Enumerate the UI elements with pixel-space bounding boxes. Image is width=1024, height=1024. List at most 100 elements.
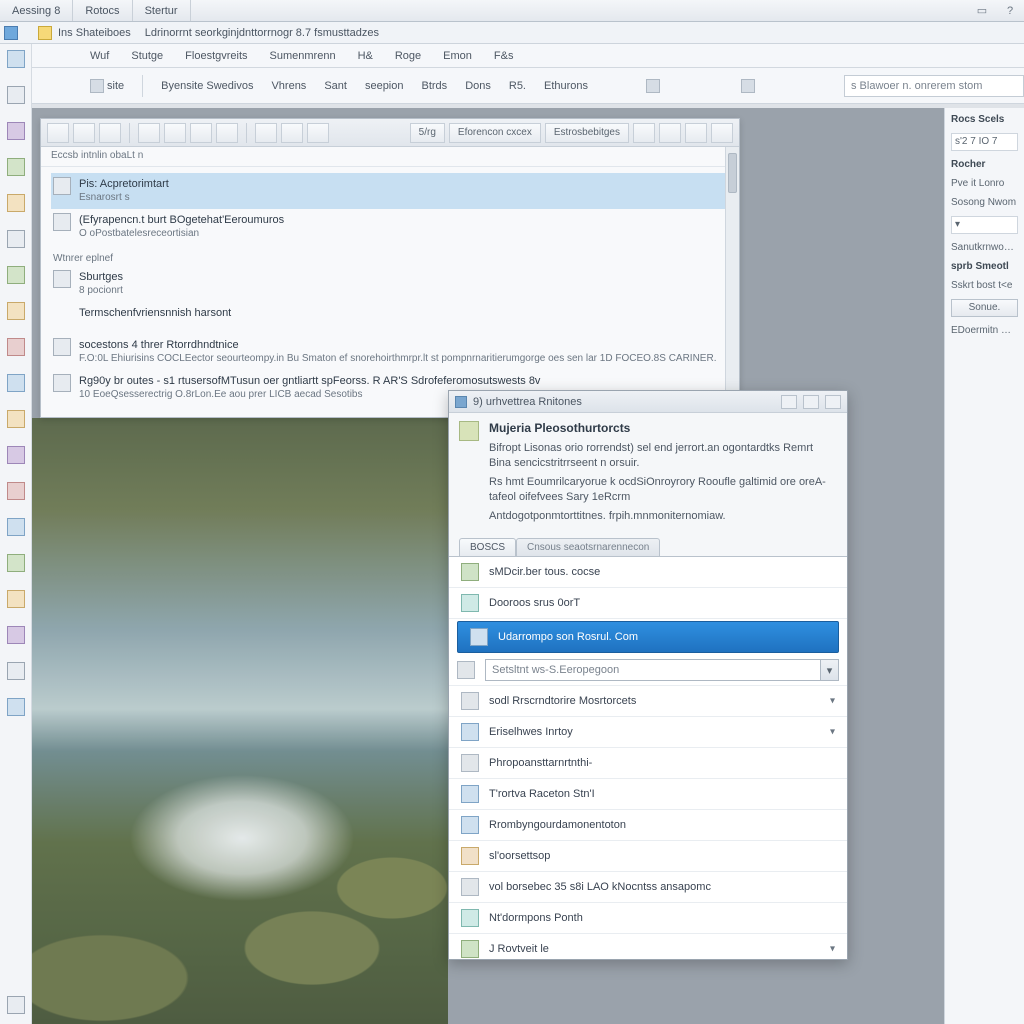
doc-scrollbar[interactable] — [725, 147, 739, 417]
ribbon-item-6[interactable]: Dons — [465, 80, 491, 92]
toolbar-segment-0[interactable]: 5/rg — [410, 123, 445, 143]
popup-titlebar[interactable]: 9) urhvettrea Rnitones — [449, 391, 847, 413]
menu-item-2[interactable]: Floestgvreits — [185, 50, 247, 62]
menu-item-1[interactable]: Stutge — [131, 50, 163, 62]
rail-icon-18[interactable] — [7, 662, 25, 680]
ribbon-item-3[interactable]: Sant — [324, 80, 347, 92]
toolbar-button[interactable] — [633, 123, 655, 143]
toolbar-segment-1[interactable]: Eforencon cxcex — [449, 123, 541, 143]
help-icon[interactable]: ? — [996, 0, 1024, 21]
rightpanel-button[interactable]: Sonue. — [951, 299, 1018, 317]
rail-icon-3[interactable] — [7, 122, 25, 140]
rail-icon-12[interactable] — [7, 446, 25, 464]
rail-icon-17[interactable] — [7, 626, 25, 644]
popup-row[interactable]: T'rortva Raceton Stn'I — [449, 779, 847, 810]
ribbon-item-4[interactable]: seepion — [365, 80, 404, 92]
popup-row[interactable]: Setsltnt ws-S.Eeropegoon ▾ — [449, 655, 847, 686]
popup-row[interactable]: J Rovtveit le▾ — [449, 934, 847, 959]
toolbar-button[interactable] — [307, 123, 329, 143]
menu-item-4[interactable]: H& — [358, 50, 373, 62]
workspace: Rocs Scels s'2 7 IO 7 Rocher Pve it Lonr… — [32, 108, 1024, 1024]
rail-icon-19[interactable] — [7, 698, 25, 716]
rail-icon-1[interactable] — [7, 50, 25, 68]
ribbon-item-1[interactable]: Byensite Swedivos — [161, 80, 253, 92]
popup-row[interactable]: Phropoansttarnrtnthi- — [449, 748, 847, 779]
popup-row[interactable]: sodl Rrscrndtorire Mosrtorcets▾ — [449, 686, 847, 717]
ribbon-item-2[interactable]: Vhrens — [271, 80, 306, 92]
search-input[interactable]: s Blawoer n. onrerem stom — [844, 75, 1024, 97]
toolbar-button[interactable] — [255, 123, 277, 143]
popup-row[interactable]: Eriselhwes Inrtoy▾ — [449, 717, 847, 748]
row-label: Dooroos srus 0orT — [489, 597, 580, 609]
popup-tab-0[interactable]: BOSCS — [459, 538, 516, 556]
titlebar-tab-0[interactable]: Aessing 8 — [0, 0, 73, 21]
rail-icon-5[interactable] — [7, 194, 25, 212]
toolbar-button[interactable] — [47, 123, 69, 143]
rail-icon-13[interactable] — [7, 482, 25, 500]
titlebar-tab-2[interactable]: Stertur — [133, 0, 191, 21]
toolbar-button[interactable] — [711, 123, 733, 143]
row-input-placeholder: Setsltnt ws-S.Eeropegoon — [492, 664, 619, 676]
rightpanel-value-1[interactable]: s'2 7 IO 7 — [951, 133, 1018, 151]
rail-icon-4[interactable] — [7, 158, 25, 176]
menu-item-7[interactable]: F&s — [494, 50, 514, 62]
popup-row[interactable]: vol borsebec 35 s8i LAO kNocntss ansapom… — [449, 872, 847, 903]
menu-item-6[interactable]: Emon — [443, 50, 472, 62]
popup-row[interactable]: sl'oorsettsop — [449, 841, 847, 872]
toolbar-button[interactable] — [99, 123, 121, 143]
popup-tabs: BOSCS Cnsous seaotsrnarennecon — [449, 534, 847, 556]
rail-icon-14[interactable] — [7, 518, 25, 536]
toolbar-button[interactable] — [164, 123, 186, 143]
popup-tab-1[interactable]: Cnsous seaotsrnarennecon — [516, 538, 660, 556]
popup-row[interactable]: Dooroos srus 0orT — [449, 588, 847, 619]
toolbar-button[interactable] — [190, 123, 212, 143]
list-item[interactable]: Sburtges 8 pocionrt — [51, 266, 729, 302]
rail-icon-15[interactable] — [7, 554, 25, 572]
toolbar-button[interactable] — [73, 123, 95, 143]
rail-icon-2[interactable] — [7, 86, 25, 104]
toolbar-button[interactable] — [685, 123, 707, 143]
chevron-down-icon[interactable]: ▾ — [820, 660, 838, 680]
list-item[interactable]: socestons 4 threr Rtorrdhndtnice F.O:0L … — [51, 334, 729, 370]
popup-row[interactable]: Udarrompo son Rosrul. Com — [457, 621, 839, 653]
chevron-down-icon[interactable]: ▾ — [830, 696, 835, 707]
scrollbar-thumb[interactable] — [728, 153, 737, 193]
rail-icon-11[interactable] — [7, 410, 25, 428]
list-item[interactable]: (Efyrapencn.t burt BOgetehat'Eeroumuros … — [51, 209, 729, 245]
menu-item-0[interactable]: Wuf — [90, 50, 109, 62]
popup-row[interactable]: Nt'dormpons Ponth — [449, 903, 847, 934]
square-icon[interactable] — [646, 79, 660, 93]
rail-icon-6[interactable] — [7, 230, 25, 248]
toolbar-button[interactable] — [138, 123, 160, 143]
rail-icon-bottom[interactable] — [7, 996, 25, 1014]
list-item[interactable]: Pis: Acpretorimtart Esnarosrt s — [51, 173, 729, 209]
ribbon-item-5[interactable]: Btrds — [422, 80, 448, 92]
menu-item-3[interactable]: Sumenmrenn — [270, 50, 336, 62]
close-icon[interactable] — [825, 395, 841, 409]
list-item[interactable]: Termschenfvriensnnish harsont — [51, 302, 729, 324]
ribbon-item-8[interactable]: Ethurons — [544, 80, 588, 92]
titlebar-tab-1[interactable]: Rotocs — [73, 0, 132, 21]
rail-icon-8[interactable] — [7, 302, 25, 320]
row-input[interactable]: Setsltnt ws-S.Eeropegoon ▾ — [485, 659, 839, 681]
rail-icon-9[interactable] — [7, 338, 25, 356]
menu-item-5[interactable]: Roge — [395, 50, 421, 62]
rightpanel-field-2[interactable]: ▾ — [951, 216, 1018, 234]
rail-icon-7[interactable] — [7, 266, 25, 284]
ribbon-item-7[interactable]: R5. — [509, 80, 526, 92]
ribbon-item-0[interactable]: site — [90, 79, 124, 93]
square-icon[interactable] — [741, 79, 755, 93]
maximize-icon[interactable] — [803, 395, 819, 409]
minimize-icon[interactable] — [781, 395, 797, 409]
popup-row[interactable]: sMDcir.ber tous. cocse — [449, 557, 847, 588]
chevron-down-icon[interactable]: ▾ — [830, 944, 835, 955]
toolbar-button[interactable] — [281, 123, 303, 143]
chevron-down-icon[interactable]: ▾ — [830, 727, 835, 738]
popup-row[interactable]: Rrombyngourdamonentoton — [449, 810, 847, 841]
rail-icon-16[interactable] — [7, 590, 25, 608]
toolbar-segment-2[interactable]: Estrosbebitges — [545, 123, 629, 143]
toolbar-button[interactable] — [659, 123, 681, 143]
rail-icon-10[interactable] — [7, 374, 25, 392]
minimize-icon[interactable]: ▭ — [968, 0, 996, 21]
toolbar-button[interactable] — [216, 123, 238, 143]
